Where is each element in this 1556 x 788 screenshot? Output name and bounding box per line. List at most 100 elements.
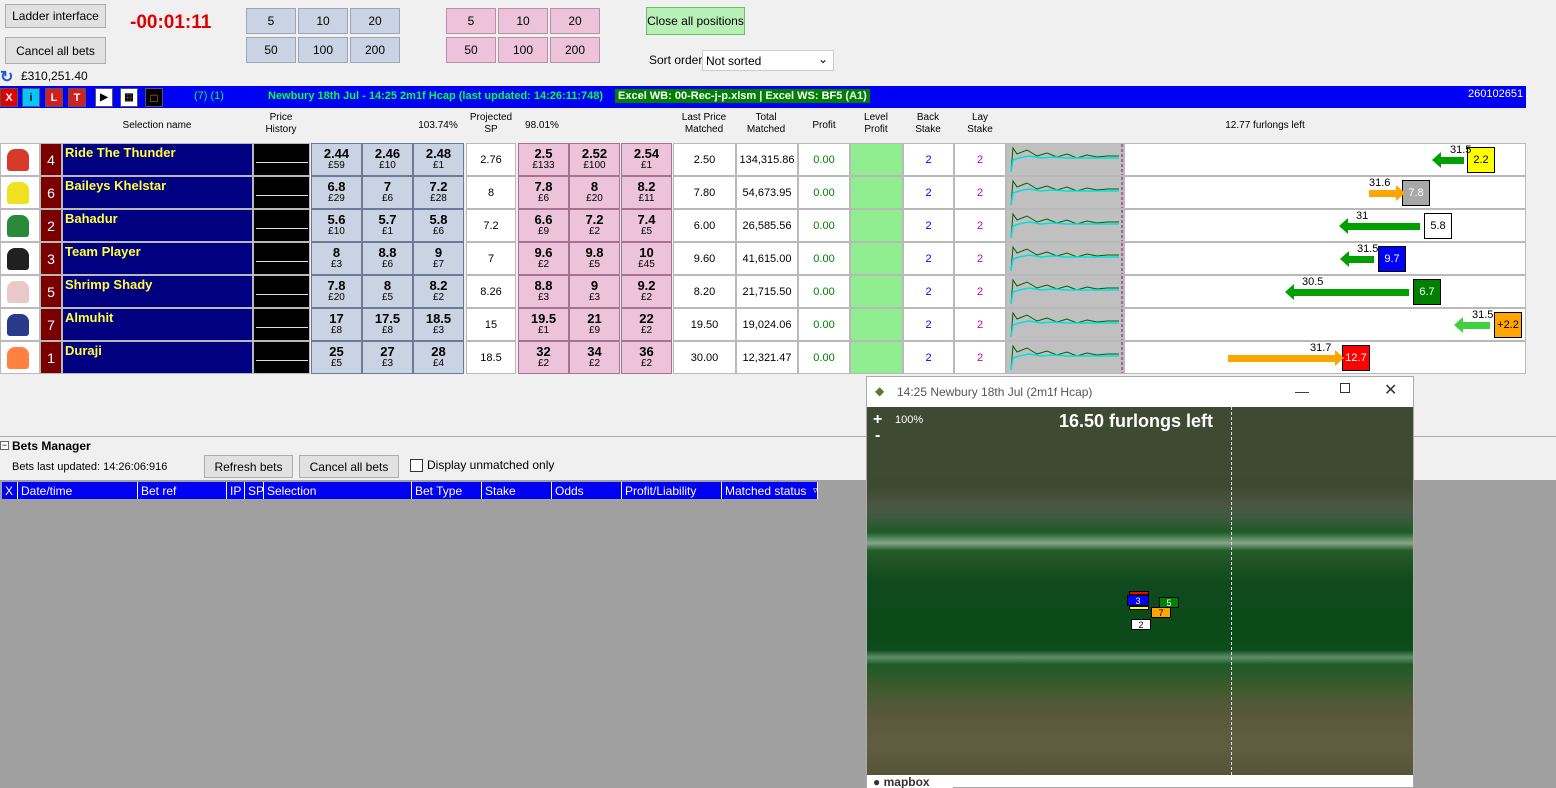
lay-price-2[interactable]: 7.2 £2 xyxy=(569,209,620,242)
back-stake[interactable]: 2 xyxy=(903,143,954,176)
race-map-window[interactable]: ◆ 14:25 Newbury 18th Jul (2m1f Hcap) — ✕… xyxy=(866,376,1414,788)
lay-stake[interactable]: 2 xyxy=(954,209,1006,242)
lay-price-3[interactable]: 9.2 £2 xyxy=(621,275,672,308)
back-price-3[interactable]: 9 £7 xyxy=(413,242,464,275)
back-price-1[interactable]: 25 £5 xyxy=(311,341,362,374)
display-unmatched-checkbox[interactable] xyxy=(410,459,423,472)
ladder-icon[interactable]: L xyxy=(45,88,63,107)
lay-stake-50[interactable]: 50 xyxy=(446,37,496,63)
level-profit[interactable] xyxy=(850,176,903,209)
selection-name[interactable]: Team Player xyxy=(62,242,253,275)
lay-stake-10[interactable]: 10 xyxy=(498,8,548,34)
map-window-titlebar[interactable]: ◆ 14:25 Newbury 18th Jul (2m1f Hcap) — ✕ xyxy=(867,377,1413,407)
lay-price-2[interactable]: 8 £20 xyxy=(569,176,620,209)
back-stake-200[interactable]: 200 xyxy=(350,37,400,63)
back-price-2[interactable]: 8.8 £6 xyxy=(362,242,413,275)
back-stake-50[interactable]: 50 xyxy=(246,37,296,63)
lay-price-1[interactable]: 19.5 £1 xyxy=(518,308,569,341)
cancel-all-bets-manager-button[interactable]: Cancel all bets xyxy=(299,455,399,478)
lay-price-3[interactable]: 8.2 £11 xyxy=(621,176,672,209)
lay-stake[interactable]: 2 xyxy=(954,242,1006,275)
lay-price-3[interactable]: 2.54 £1 xyxy=(621,143,672,176)
bets-column-header[interactable]: Profit/Liability xyxy=(622,482,722,499)
back-price-3[interactable]: 8.2 £2 xyxy=(413,275,464,308)
back-price-3[interactable]: 28 £4 xyxy=(413,341,464,374)
lay-price-1[interactable]: 2.5 £133 xyxy=(518,143,569,176)
back-stake-100[interactable]: 100 xyxy=(298,37,348,63)
selection-name[interactable]: Baileys Khelstar xyxy=(62,176,253,209)
back-price-3[interactable]: 18.5 £3 xyxy=(413,308,464,341)
back-stake[interactable]: 2 xyxy=(903,209,954,242)
level-profit[interactable] xyxy=(850,341,903,374)
back-price-3[interactable]: 2.48 £1 xyxy=(413,143,464,176)
lay-stake-100[interactable]: 100 xyxy=(498,37,548,63)
selection-name[interactable]: Ride The Thunder xyxy=(62,143,253,176)
back-stake-20[interactable]: 20 xyxy=(350,8,400,34)
back-stake-10[interactable]: 10 xyxy=(298,8,348,34)
back-price-3[interactable]: 7.2 £28 xyxy=(413,176,464,209)
back-price-2[interactable]: 7 £6 xyxy=(362,176,413,209)
back-stake[interactable]: 2 xyxy=(903,341,954,374)
lay-price-2[interactable]: 21 £9 xyxy=(569,308,620,341)
lay-stake-5[interactable]: 5 xyxy=(446,8,496,34)
lay-price-2[interactable]: 9 £3 xyxy=(569,275,620,308)
back-price-2[interactable]: 5.7 £1 xyxy=(362,209,413,242)
back-stake-5[interactable]: 5 xyxy=(246,8,296,34)
lay-stake-200[interactable]: 200 xyxy=(550,37,600,63)
ladder-interface-button[interactable]: Ladder interface xyxy=(5,4,106,28)
back-price-1[interactable]: 5.6 £10 xyxy=(311,209,362,242)
lay-stake[interactable]: 2 xyxy=(954,341,1006,374)
back-stake[interactable]: 2 xyxy=(903,176,954,209)
bets-column-header[interactable]: Bet ref xyxy=(138,482,227,499)
cancel-all-bets-button[interactable]: Cancel all bets xyxy=(5,37,106,64)
bets-column-header[interactable]: Stake xyxy=(482,482,552,499)
bets-column-header[interactable]: Bet Type xyxy=(412,482,482,499)
selection-name[interactable]: Bahadur xyxy=(62,209,253,242)
refresh-icon[interactable]: ↻ xyxy=(0,67,13,87)
back-stake[interactable]: 2 xyxy=(903,308,954,341)
bets-column-header[interactable]: SP xyxy=(245,482,264,499)
back-price-1[interactable]: 2.44 £59 xyxy=(311,143,362,176)
level-profit[interactable] xyxy=(850,209,903,242)
maximize-icon[interactable] xyxy=(1340,383,1350,393)
close-icon[interactable]: ✕ xyxy=(1384,380,1397,400)
race-map[interactable]: + - 100% 16.50 furlongs left 3 5 7 2 xyxy=(867,407,1413,775)
back-price-3[interactable]: 5.8 £6 xyxy=(413,209,464,242)
level-profit[interactable] xyxy=(850,308,903,341)
lay-price-3[interactable]: 22 £2 xyxy=(621,308,672,341)
minimize-icon[interactable]: — xyxy=(1295,383,1309,399)
back-stake[interactable]: 2 xyxy=(903,242,954,275)
filter-icon[interactable]: ▿ xyxy=(813,485,818,496)
lay-price-1[interactable]: 8.8 £3 xyxy=(518,275,569,308)
lay-price-3[interactable]: 7.4 £5 xyxy=(621,209,672,242)
level-profit[interactable] xyxy=(850,275,903,308)
lay-price-3[interactable]: 10 £45 xyxy=(621,242,672,275)
map-zoom-out[interactable]: - xyxy=(875,427,880,445)
play-icon[interactable]: ▶ xyxy=(95,88,113,107)
lay-price-1[interactable]: 32 £2 xyxy=(518,341,569,374)
bets-column-header[interactable]: Selection xyxy=(264,482,412,499)
refresh-bets-button[interactable]: Refresh bets xyxy=(204,455,293,478)
back-price-2[interactable]: 8 £5 xyxy=(362,275,413,308)
bets-column-header[interactable]: IP xyxy=(227,482,245,499)
back-price-2[interactable]: 27 £3 xyxy=(362,341,413,374)
back-price-1[interactable]: 17 £8 xyxy=(311,308,362,341)
collapse-icon[interactable]: − xyxy=(0,441,9,450)
selection-name[interactable]: Duraji xyxy=(62,341,253,374)
chart-icon[interactable]: ▦ xyxy=(120,88,138,107)
tools-icon[interactable]: T xyxy=(68,88,86,107)
lay-price-2[interactable]: 9.8 £5 xyxy=(569,242,620,275)
lay-price-1[interactable]: 6.6 £9 xyxy=(518,209,569,242)
excel-icon[interactable]: □ xyxy=(145,88,163,107)
lay-stake[interactable]: 2 xyxy=(954,176,1006,209)
level-profit[interactable] xyxy=(850,143,903,176)
level-profit[interactable] xyxy=(850,242,903,275)
bets-column-header[interactable]: X xyxy=(2,482,18,499)
lay-price-3[interactable]: 36 £2 xyxy=(621,341,672,374)
close-all-positions-button[interactable]: Close all positions xyxy=(646,7,745,35)
bets-column-header[interactable]: Odds xyxy=(552,482,622,499)
back-price-2[interactable]: 17.5 £8 xyxy=(362,308,413,341)
selection-name[interactable]: Shrimp Shady xyxy=(62,275,253,308)
close-market-icon[interactable]: X xyxy=(0,88,18,107)
back-price-1[interactable]: 6.8 £29 xyxy=(311,176,362,209)
